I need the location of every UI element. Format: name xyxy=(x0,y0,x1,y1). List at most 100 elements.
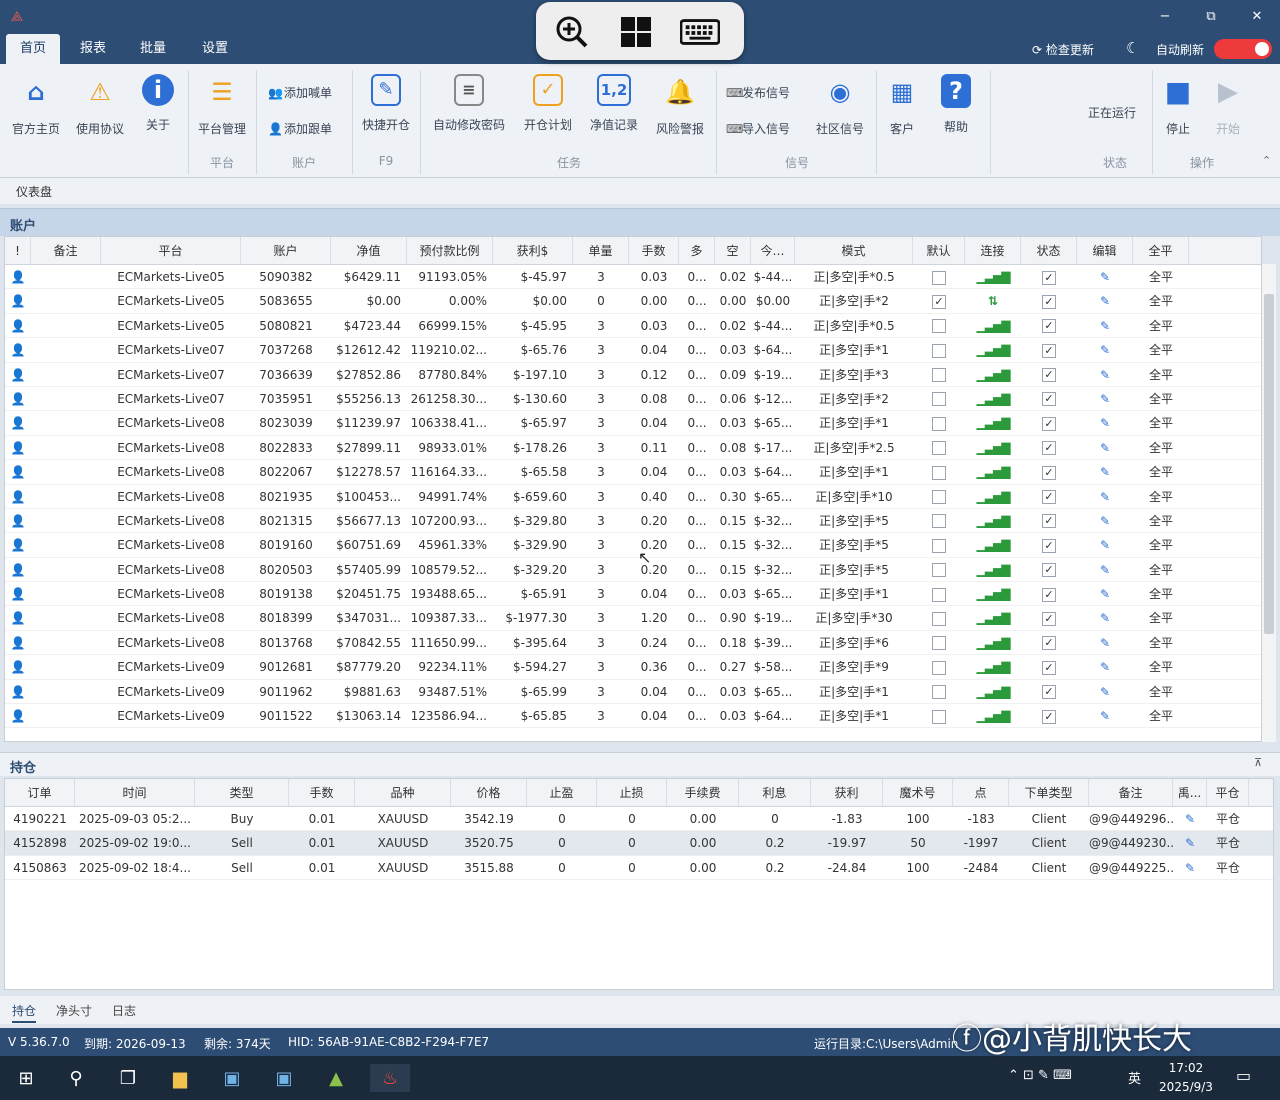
default-checkbox[interactable] xyxy=(913,655,965,678)
close-all-button[interactable]: 全平 xyxy=(1133,680,1189,703)
column-header[interactable]: 净值 xyxy=(331,237,407,264)
status-checkbox[interactable]: ✓ xyxy=(1021,533,1077,556)
edit-pencil-icon[interactable]: ✎ xyxy=(1077,485,1133,508)
table-row[interactable]: 👤 ECMarkets-Live07 7035951 $55256.13 261258.… xyxy=(5,387,1261,412)
platform-management-button[interactable]: ☰ 平台管理 xyxy=(190,70,254,152)
default-checkbox[interactable] xyxy=(913,582,965,605)
column-header[interactable]: 多 xyxy=(679,237,715,264)
minimize-button[interactable]: − xyxy=(1150,6,1180,28)
edit-pencil-icon[interactable]: ✎ xyxy=(1173,856,1207,879)
status-checkbox[interactable]: ✓ xyxy=(1021,485,1077,508)
tab-net-position[interactable]: 净头寸 xyxy=(56,1002,92,1019)
column-header[interactable]: 止盈 xyxy=(527,779,597,806)
status-checkbox[interactable]: ✓ xyxy=(1021,387,1077,410)
windows-icon[interactable] xyxy=(616,12,656,52)
edit-pencil-icon[interactable]: ✎ xyxy=(1077,680,1133,703)
status-checkbox[interactable]: ✓ xyxy=(1021,680,1077,703)
column-header[interactable]: 手数 xyxy=(629,237,679,264)
scrollbar-thumb[interactable] xyxy=(1264,294,1274,634)
task-view-icon[interactable]: ❐ xyxy=(112,1064,144,1092)
close-all-button[interactable]: 全平 xyxy=(1133,631,1189,654)
tab-positions[interactable]: 持仓 xyxy=(12,1002,37,1023)
column-header[interactable]: 魔术号 xyxy=(883,779,953,806)
status-checkbox[interactable]: ✓ xyxy=(1021,363,1077,386)
table-row[interactable]: 👤 ECMarkets-Live08 8021935 $100453... 94991.… xyxy=(5,485,1261,509)
edit-pencil-icon[interactable]: ✎ xyxy=(1077,460,1133,483)
column-header[interactable]: 平仓 xyxy=(1207,779,1249,806)
table-row[interactable]: 👤 ECMarkets-Live09 9011962 $9881.63 93487.51… xyxy=(5,680,1261,705)
column-header[interactable]: ! xyxy=(5,237,31,264)
windows-start-icon[interactable]: ⊞ xyxy=(10,1064,42,1092)
collapse-ribbon-icon[interactable]: ⌃ xyxy=(1262,154,1271,167)
close-position-button[interactable]: 平仓 xyxy=(1207,807,1249,830)
default-checkbox[interactable] xyxy=(913,558,965,581)
table-row[interactable]: 👤 ECMarkets-Live07 7037268 $12612.42 119210.… xyxy=(5,338,1261,363)
tab-reports[interactable]: 报表 xyxy=(66,34,120,64)
column-header[interactable]: 价格 xyxy=(451,779,527,806)
agreement-button[interactable]: ⚠ 使用协议 xyxy=(68,70,132,152)
column-header[interactable]: 获利$ xyxy=(493,237,573,264)
table-row[interactable]: 👤 ECMarkets-Live08 8013768 $70842.55 111650.… xyxy=(5,631,1261,656)
column-header[interactable]: 备注 xyxy=(1089,779,1173,806)
open-plan-button[interactable]: ✓ 开仓计划 xyxy=(516,70,580,152)
community-signal-button[interactable]: ◉ 社区信号 xyxy=(808,70,872,152)
close-position-button[interactable]: 平仓 xyxy=(1207,856,1249,879)
column-header[interactable]: 编辑 xyxy=(1077,237,1133,264)
status-checkbox[interactable]: ✓ xyxy=(1021,338,1077,361)
table-row[interactable]: 👤 ECMarkets-Live08 8022833 $27899.11 98933.0… xyxy=(5,436,1261,461)
table-row[interactable]: 👤 ECMarkets-Live08 8023039 $11239.97 106338.… xyxy=(5,411,1261,436)
default-checkbox[interactable] xyxy=(913,485,965,508)
edit-pencil-icon[interactable]: ✎ xyxy=(1077,631,1133,654)
ime-indicator[interactable]: 英 xyxy=(1128,1068,1141,1087)
table-row[interactable]: 👤 ECMarkets-Live09 9011522 $13063.14 123586.… xyxy=(5,704,1261,729)
help-button[interactable]: ? 帮助 xyxy=(924,70,988,152)
close-all-button[interactable]: 全平 xyxy=(1133,338,1189,361)
column-header[interactable]: 下单类型 xyxy=(1009,779,1089,806)
column-header[interactable]: 手续费 xyxy=(667,779,739,806)
column-header[interactable]: 预付款比例 xyxy=(407,237,493,264)
default-checkbox[interactable] xyxy=(913,606,965,629)
default-checkbox[interactable] xyxy=(913,265,965,288)
column-header[interactable]: 点 xyxy=(953,779,1009,806)
column-header[interactable]: 订单 xyxy=(5,779,75,806)
column-header[interactable]: 全平 xyxy=(1133,237,1189,264)
column-header[interactable]: 空 xyxy=(715,237,751,264)
column-header[interactable]: 平台 xyxy=(101,237,241,264)
keyboard-icon[interactable] xyxy=(680,12,720,52)
search-icon[interactable]: ⚲ xyxy=(60,1064,92,1092)
add-copy-button[interactable]: 👤添加跟单 xyxy=(268,120,332,140)
status-checkbox[interactable]: ✓ xyxy=(1021,582,1077,605)
edit-pencil-icon[interactable]: ✎ xyxy=(1077,704,1133,727)
close-all-button[interactable]: 全平 xyxy=(1133,289,1189,312)
default-checkbox[interactable]: ✓ xyxy=(913,289,965,312)
column-header[interactable]: 状态 xyxy=(1021,237,1077,264)
default-checkbox[interactable] xyxy=(913,460,965,483)
file-explorer-icon[interactable]: ▆ xyxy=(164,1064,196,1092)
column-header[interactable]: 品种 xyxy=(355,779,451,806)
default-checkbox[interactable] xyxy=(913,631,965,654)
column-header[interactable]: 备注 xyxy=(31,237,101,264)
tab-settings[interactable]: 设置 xyxy=(188,34,242,64)
default-checkbox[interactable] xyxy=(913,509,965,532)
edit-pencil-icon[interactable]: ✎ xyxy=(1077,533,1133,556)
tab-log[interactable]: 日志 xyxy=(112,1002,136,1019)
notification-icon[interactable]: ▭ xyxy=(1236,1066,1251,1085)
start-button[interactable]: ▶ 开始 xyxy=(1196,70,1260,152)
close-all-button[interactable]: 全平 xyxy=(1133,363,1189,386)
edit-pencil-icon[interactable]: ✎ xyxy=(1077,411,1133,434)
edit-pencil-icon[interactable]: ✎ xyxy=(1077,265,1133,288)
default-checkbox[interactable] xyxy=(913,436,965,459)
column-header[interactable]: 今… xyxy=(751,237,795,264)
clock[interactable]: 17:02 2025/9/3 xyxy=(1150,1059,1222,1097)
close-all-button[interactable]: 全平 xyxy=(1133,314,1189,337)
moon-icon[interactable]: ☾ xyxy=(1126,39,1139,57)
close-all-button[interactable]: 全平 xyxy=(1133,460,1189,483)
edit-pencil-icon[interactable]: ✎ xyxy=(1077,338,1133,361)
edit-pencil-icon[interactable]: ✎ xyxy=(1077,387,1133,410)
column-header[interactable]: 止损 xyxy=(597,779,667,806)
check-update-button[interactable]: ⟳ 检查更新 xyxy=(1032,41,1094,58)
column-header[interactable]: 账户 xyxy=(241,237,331,264)
close-all-button[interactable]: 全平 xyxy=(1133,582,1189,605)
default-checkbox[interactable] xyxy=(913,680,965,703)
column-header[interactable]: 禹... xyxy=(1173,779,1207,806)
